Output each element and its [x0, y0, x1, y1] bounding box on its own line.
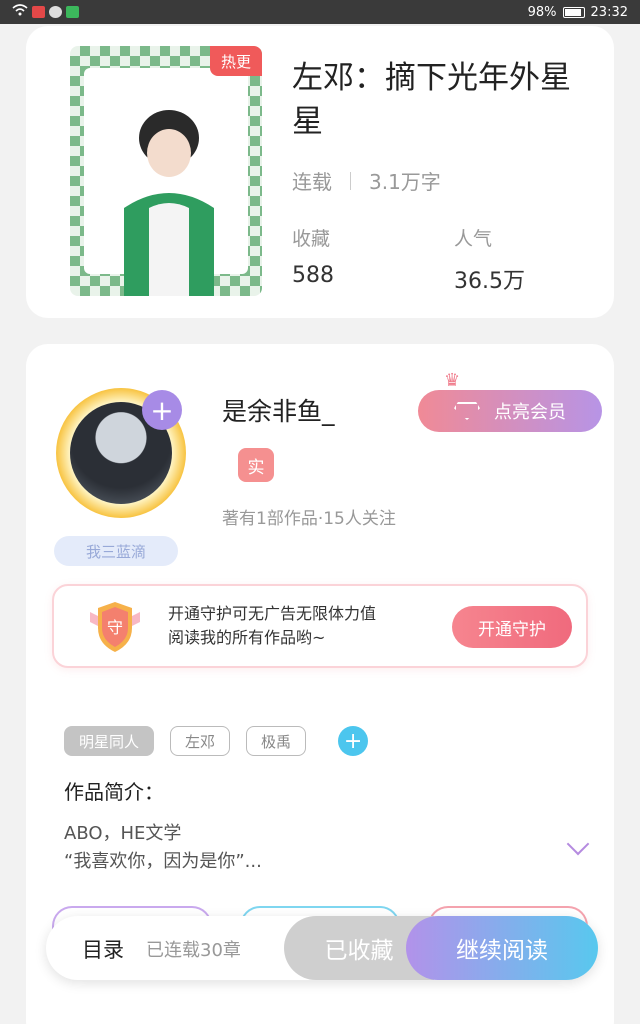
- follow-plus-button[interactable]: +: [142, 390, 182, 430]
- guard-line-2: 阅读我的所有作品哟~: [168, 628, 326, 647]
- tag-item[interactable]: 极禹: [246, 726, 307, 756]
- book-cover[interactable]: 热更: [70, 46, 262, 296]
- battery-icon: [562, 6, 585, 18]
- continue-reading-button[interactable]: 继续阅读: [406, 916, 598, 980]
- crown-icon: ♛: [444, 370, 461, 391]
- book-title: 左邓：摘下光年外星星: [292, 60, 571, 140]
- guard-promo-box: 守 开通守护可无广告无限体力值 阅读我的所有作品哟~ 开通守护: [52, 584, 588, 668]
- notification-icon: [32, 6, 45, 18]
- status-bar: 98% 23:32: [0, 0, 640, 24]
- guard-line-1: 开通守护可无广告无限体力值: [168, 604, 377, 623]
- book-meta: 连载 3.1万字: [292, 166, 441, 195]
- vip-button[interactable]: 点亮会员: [418, 390, 602, 432]
- hot-update-badge: 热更: [210, 46, 262, 76]
- intro-line-1: ABO，HE文学: [64, 823, 182, 844]
- diamond-icon: [454, 402, 480, 420]
- tag-item[interactable]: 明星同人: [64, 726, 155, 756]
- add-tag-button[interactable]: +: [338, 726, 369, 756]
- guard-shield-icon: 守: [90, 602, 140, 652]
- chevron-down-icon[interactable]: [566, 832, 590, 856]
- author-stats: 著有1部作品·15人关注: [222, 509, 396, 529]
- serial-status: 连载: [292, 170, 332, 194]
- serial-chapters: 已连载30章: [146, 940, 241, 961]
- real-name-badge: 实: [238, 448, 274, 482]
- tag-list: 明星同人 左邓 极禹 +: [64, 726, 369, 756]
- favorites-value: 588: [292, 263, 334, 288]
- catalog-button[interactable]: 目录: [82, 934, 124, 964]
- popularity-label: 人气: [454, 228, 493, 250]
- favorites-stat: 收藏 588: [292, 224, 334, 288]
- message-icon: [66, 6, 79, 18]
- word-count: 3.1万字: [369, 170, 441, 194]
- cover-figure-illustration: [124, 110, 214, 296]
- open-guard-button[interactable]: 开通守护: [452, 606, 572, 648]
- cover-art: [84, 68, 248, 296]
- vip-button-label: 点亮会员: [494, 402, 566, 423]
- tag-item[interactable]: 左邓: [170, 726, 231, 756]
- battery-text: 98%: [527, 4, 557, 20]
- guard-icon-text: 守: [107, 618, 123, 637]
- intro-text[interactable]: ABO，HE文学 “我喜欢你，因为是你”...: [64, 820, 262, 876]
- guard-description: 开通守护可无广告无限体力值 阅读我的所有作品哟~: [168, 602, 376, 650]
- author-name[interactable]: 是余非鱼_: [222, 392, 335, 428]
- wifi-icon: [12, 4, 28, 20]
- intro-title: 作品简介：: [64, 780, 164, 804]
- bottom-action-bar: 目录 已连载30章 已收藏 继续阅读: [46, 916, 598, 980]
- popularity-value: 36.5万: [454, 269, 525, 294]
- book-info-card: 热更 左邓：摘下光年外星星 连载 3.1万字 收藏 588 人气 36.5万: [26, 26, 614, 318]
- popularity-stat: 人气 36.5万: [454, 224, 525, 295]
- app-icon: [49, 6, 62, 18]
- favorites-label: 收藏: [292, 228, 331, 250]
- intro-line-2: “我喜欢你，因为是你”...: [64, 851, 262, 872]
- author-tag-pill: 我三蓝滴: [54, 536, 178, 566]
- divider: [350, 171, 351, 190]
- clock: 23:32: [590, 4, 628, 20]
